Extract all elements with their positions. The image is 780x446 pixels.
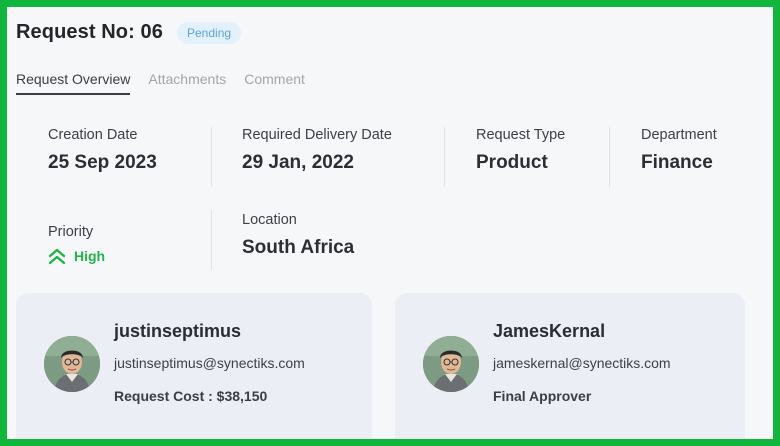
tab-attachments[interactable]: Attachments xyxy=(148,71,226,95)
avatar xyxy=(423,336,479,392)
delivery-date-value: 29 Jan, 2022 xyxy=(242,152,354,173)
tab-comment[interactable]: Comment xyxy=(244,71,305,95)
department-label: Department xyxy=(641,127,717,143)
priority-field: Priority High xyxy=(16,210,212,270)
details-row-1: Creation Date 25 Sep 2023 Required Deliv… xyxy=(16,127,760,187)
creation-date-label: Creation Date xyxy=(48,127,138,143)
department-field: Department Finance xyxy=(610,127,760,187)
person-avatar-icon xyxy=(44,336,100,392)
request-type-value: Product xyxy=(476,152,548,173)
creation-date-value: 25 Sep 2023 xyxy=(48,152,157,173)
avatar xyxy=(44,336,100,392)
page-title: Request No: 06 xyxy=(16,21,163,43)
approver-role: Final Approver xyxy=(493,388,592,404)
location-field: Location South Africa xyxy=(212,210,445,270)
request-type-label: Request Type xyxy=(476,127,566,143)
creation-date-field: Creation Date 25 Sep 2023 xyxy=(16,127,212,187)
request-type-field: Request Type Product xyxy=(445,127,610,187)
request-panel: Request No: 06 Pending Request Overview … xyxy=(0,0,780,446)
priority-value: High xyxy=(48,247,211,265)
department-value: Finance xyxy=(641,152,713,173)
approver-email[interactable]: jameskernal@synectiks.com xyxy=(493,355,671,371)
delivery-date-field: Required Delivery Date 29 Jan, 2022 xyxy=(212,127,445,187)
person-avatar-icon xyxy=(423,336,479,392)
delivery-date-label: Required Delivery Date xyxy=(242,127,392,143)
location-value: South Africa xyxy=(242,237,355,258)
requester-card: justinseptimus justinseptimus@synectiks.… xyxy=(16,293,372,439)
tab-request-overview[interactable]: Request Overview xyxy=(16,71,131,95)
location-label: Location xyxy=(242,212,297,228)
status-badge: Pending xyxy=(177,21,242,44)
tab-bar: Request Overview Attachments Comment xyxy=(16,71,323,95)
requester-name: justinseptimus xyxy=(114,321,242,341)
request-cost: Request Cost : $38,150 xyxy=(114,388,268,404)
details-row-2: Priority High Location South Africa xyxy=(16,210,445,270)
double-chevron-up-icon xyxy=(48,248,66,265)
priority-value-text: High xyxy=(74,248,106,264)
request-header: Request No: 06 Pending xyxy=(16,21,242,44)
requester-email[interactable]: justinseptimus@synectiks.com xyxy=(114,355,305,371)
approver-card: JamesKernal jameskernal@synectiks.com Fi… xyxy=(395,293,745,439)
priority-label: Priority xyxy=(48,224,94,240)
approver-name: JamesKernal xyxy=(493,321,606,341)
